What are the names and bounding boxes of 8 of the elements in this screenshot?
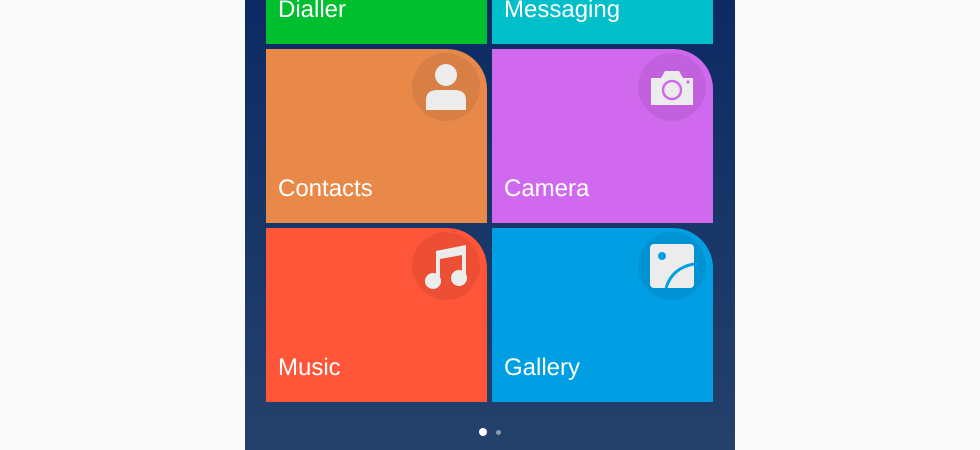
music-note-icon: [424, 243, 468, 289]
app-tile[interactable]: Music: [266, 228, 487, 402]
camera-icon: [649, 69, 695, 105]
app-tile[interactable]: Camera: [492, 49, 713, 223]
person-icon: [424, 64, 468, 110]
image-icon: [650, 244, 694, 288]
app-tile[interactable]: Gallery: [492, 228, 713, 402]
app-tile[interactable]: Contacts: [266, 49, 487, 223]
